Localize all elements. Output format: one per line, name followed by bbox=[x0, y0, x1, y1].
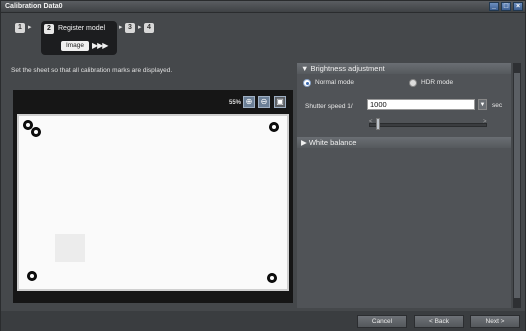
sheet-shadow bbox=[55, 234, 85, 262]
step-arrow-icon: ▸ bbox=[138, 24, 142, 31]
title-bar[interactable]: Calibration Data0 _ □ × bbox=[1, 1, 525, 13]
fit-icon[interactable]: ▣ bbox=[274, 96, 286, 108]
radio-unchecked-icon[interactable] bbox=[409, 79, 417, 87]
hdr-mode-label: HDR mode bbox=[421, 79, 454, 86]
step-1: 1 bbox=[15, 23, 25, 33]
maximize-icon[interactable]: □ bbox=[501, 2, 511, 11]
calibration-mark bbox=[31, 127, 41, 137]
substep-image: Image bbox=[61, 41, 89, 51]
brightness-adjustment-header[interactable]: ▼ Brightness adjustment bbox=[297, 63, 511, 74]
step-3: 3 bbox=[125, 23, 135, 33]
calibration-sheet-image[interactable] bbox=[17, 114, 289, 291]
radio-checked-icon[interactable] bbox=[303, 79, 311, 87]
step-2: 2 bbox=[44, 24, 54, 34]
window-title: Calibration Data0 bbox=[5, 3, 63, 10]
slider-handle[interactable] bbox=[376, 118, 380, 130]
settings-panel: ▼ Brightness adjustment Normal mode HDR … bbox=[297, 63, 511, 308]
normal-mode-label: Normal mode bbox=[315, 79, 355, 86]
zoom-in-icon[interactable]: ⊕ bbox=[243, 96, 255, 108]
step-arrow-icon: ▸ bbox=[28, 24, 32, 31]
white-balance-header[interactable]: ▶ White balance bbox=[297, 137, 511, 148]
next-button[interactable]: Next > bbox=[470, 315, 520, 328]
calibration-mark bbox=[27, 271, 37, 281]
instruction-text: Set the sheet so that all calibration ma… bbox=[11, 67, 173, 74]
chevron-down-icon[interactable]: ▼ bbox=[478, 99, 487, 110]
minimize-icon[interactable]: _ bbox=[489, 2, 499, 11]
scroll-thumb[interactable] bbox=[514, 73, 520, 298]
shutter-unit: sec bbox=[492, 102, 503, 109]
image-viewer: 55% ⊕ ⊖ ▣ bbox=[13, 90, 293, 303]
shutter-slider[interactable] bbox=[369, 123, 487, 127]
zoom-out-icon[interactable]: ⊖ bbox=[258, 96, 270, 108]
shutter-speed-input[interactable] bbox=[367, 99, 475, 110]
cancel-button[interactable]: Cancel bbox=[357, 315, 407, 328]
substep-progress: ▶▶▶ bbox=[92, 41, 109, 50]
step-current: 2 Register model Image ▶▶▶ bbox=[41, 21, 117, 55]
zoom-level: 55% bbox=[229, 100, 242, 106]
scrollbar[interactable] bbox=[513, 63, 521, 308]
calibration-mark bbox=[267, 273, 277, 283]
calibration-mark bbox=[269, 122, 279, 132]
shutter-speed-label: Shutter speed 1/ bbox=[305, 103, 353, 110]
step-arrow-icon: ▸ bbox=[119, 24, 123, 31]
footer: Cancel < Back Next > bbox=[1, 311, 525, 331]
close-icon[interactable]: × bbox=[513, 2, 523, 11]
calibration-window: Calibration Data0 _ □ × 1 ▸ 2 Register m… bbox=[0, 0, 526, 331]
slider-right-arrow[interactable]: > bbox=[483, 119, 487, 125]
back-button[interactable]: < Back bbox=[414, 315, 464, 328]
step-2-label: Register model bbox=[58, 25, 106, 32]
step-4: 4 bbox=[144, 23, 154, 33]
